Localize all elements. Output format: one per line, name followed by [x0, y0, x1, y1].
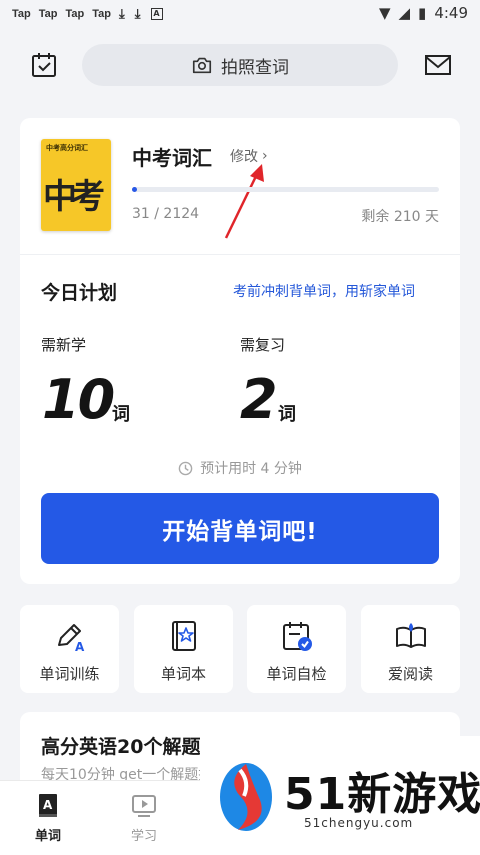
divider [20, 254, 460, 255]
tab-label: 学习 [130, 829, 157, 844]
time-estimate-text: 预计用时 4 分钟 [200, 461, 302, 477]
mail-icon [425, 55, 451, 75]
tile-self-check[interactable]: 单词自检 [247, 605, 346, 693]
start-study-button[interactable]: 开始背单词吧! [41, 493, 439, 564]
top-bar: 拍照查词 [0, 44, 480, 88]
plan-title: 今日计划 [41, 282, 118, 304]
progress-count: 31 / 2124 [132, 206, 200, 222]
progress-fill [132, 187, 137, 192]
star-book-icon [171, 621, 196, 651]
tile-word-training[interactable]: A 单词训练 [20, 605, 119, 693]
book-cover[interactable]: 中考高分词汇 中考 [41, 139, 111, 231]
messages-button[interactable] [424, 52, 452, 78]
photo-search-button[interactable]: 拍照查词 [82, 44, 398, 86]
download-icon: ⤓ [119, 6, 125, 22]
book-cover-big-text: 中考 [43, 177, 105, 217]
book-cover-title: 中考高分词汇 [46, 144, 88, 152]
tile-label: 单词自检 [266, 665, 327, 683]
wifi-icon: ▼ [378, 4, 391, 22]
new-words-count: 10 [42, 368, 115, 431]
watermark-domain: 51chengyu.com [304, 816, 414, 830]
svg-text:A: A [75, 640, 85, 653]
tile-reading[interactable]: 爱阅读 [361, 605, 460, 693]
watermark-logo-icon [220, 763, 272, 831]
book-title: 中考词汇 [132, 146, 212, 170]
download-icon: ⤓ [134, 6, 141, 22]
tile-word-book[interactable]: 单词本 [134, 605, 233, 693]
clock-time: 4:49 [434, 4, 468, 22]
remaining-days: 剩余 210 天 [361, 209, 439, 225]
status-bar: Tap Tap Tap Tap ⤓ ⤓ A ▼ ◢ ▮ 4:49 [0, 0, 480, 28]
new-words-unit: 词 [112, 404, 130, 425]
tab-label: 单词 [34, 829, 61, 844]
review-words-count: 2 [240, 368, 278, 431]
progress-bar [132, 187, 439, 192]
study-card: 中考高分词汇 中考 中考词汇 修改 › 31 / 2124 剩余 210 天 今… [20, 118, 460, 584]
tap-notification-icon: Tap [12, 8, 31, 20]
new-words-label: 需新学 [41, 336, 87, 354]
clock-icon [178, 461, 193, 475]
time-estimate: 预计用时 4 分钟 [20, 458, 460, 478]
tile-label: 单词训练 [39, 665, 100, 683]
app-notification-icon: A [150, 8, 163, 20]
signal-icon: ◢ [398, 4, 411, 22]
checkin-calendar-button[interactable] [30, 51, 58, 79]
book-a-icon: A [39, 794, 57, 817]
battery-icon: ▮ [418, 4, 427, 22]
tile-label: 爱阅读 [387, 665, 433, 683]
svg-text:A: A [43, 798, 53, 812]
tile-label: 单词本 [160, 665, 206, 683]
calendar-check-icon [32, 53, 56, 77]
video-play-icon [132, 795, 156, 817]
calendar-check-icon [282, 622, 312, 651]
tab-learn[interactable]: 学习 [96, 781, 192, 855]
watermark: 51新游戏 51chengyu.com [200, 736, 480, 855]
tab-words[interactable]: A 单词 [0, 781, 96, 855]
plan-promo-link[interactable]: 考前冲刺背单词，用斩家单词 [233, 281, 438, 301]
open-book-icon [395, 623, 426, 648]
tap-notification-icon: Tap [38, 8, 58, 20]
review-words-label: 需复习 [240, 336, 286, 354]
search-label: 拍照查词 [221, 57, 289, 78]
tap-notification-icon: Tap [65, 8, 85, 20]
annotation-arrow-icon [224, 164, 264, 239]
feature-tiles: A 单词训练 单词本 单词自检 爱阅读 [20, 605, 480, 693]
camera-icon [192, 57, 212, 74]
tap-notification-icon: Tap [92, 8, 111, 20]
pencil-icon: A [57, 624, 85, 653]
review-words-unit: 词 [278, 404, 296, 425]
watermark-brand: 51新游戏 [284, 769, 480, 820]
